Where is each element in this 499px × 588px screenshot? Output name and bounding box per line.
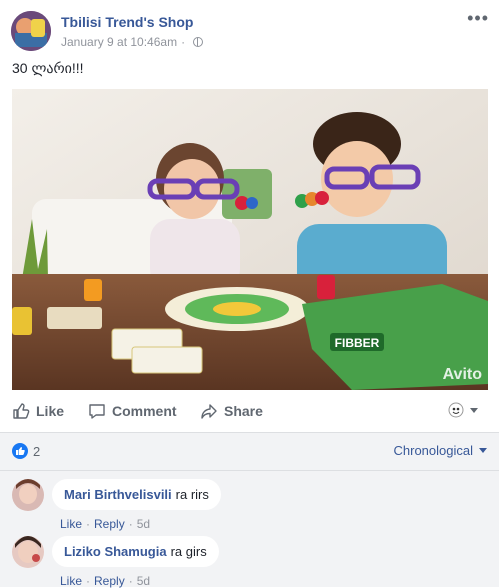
comment-age[interactable]: 5d bbox=[137, 517, 150, 531]
share-icon bbox=[201, 404, 217, 419]
comment-author[interactable]: Liziko Shamugia bbox=[64, 544, 167, 559]
comment-reply-link[interactable]: Reply bbox=[94, 574, 125, 588]
box-brand-text: FIBBER bbox=[335, 336, 380, 350]
separator: · bbox=[86, 517, 91, 531]
separator: · bbox=[86, 574, 91, 588]
watermark-text: Avito bbox=[443, 366, 483, 383]
comment-age[interactable]: 5d bbox=[137, 574, 150, 588]
share-label: Share bbox=[224, 403, 263, 419]
comment-icon bbox=[89, 404, 105, 419]
comment-actions: Like · Reply · 5d bbox=[60, 517, 150, 531]
share-button[interactable]: Share bbox=[200, 402, 263, 420]
like-button[interactable]: Like bbox=[12, 402, 64, 420]
like-icon bbox=[12, 443, 28, 459]
post-photo[interactable]: FIBBER Avito bbox=[12, 89, 488, 390]
meta-separator: · bbox=[181, 35, 186, 49]
comment-text: ra girs bbox=[170, 544, 207, 559]
comment-text: ra rirs bbox=[175, 487, 209, 502]
thumbs-up-icon bbox=[13, 403, 30, 419]
more-horizontal-icon[interactable]: ••• bbox=[467, 8, 489, 29]
post-timestamp[interactable]: January 9 at 10:46am bbox=[61, 35, 177, 49]
comment-like-link[interactable]: Like bbox=[60, 574, 82, 588]
reaction-avatar-icon bbox=[448, 402, 464, 418]
divider bbox=[0, 470, 499, 471]
reaction-picker[interactable] bbox=[448, 402, 478, 418]
globe-icon bbox=[193, 37, 204, 47]
comment-reply-link[interactable]: Reply bbox=[94, 517, 125, 531]
chevron-down-icon bbox=[470, 407, 478, 413]
comment-like-link[interactable]: Like bbox=[60, 517, 82, 531]
comment-label: Comment bbox=[112, 403, 177, 419]
page-name[interactable]: Tbilisi Trend's Shop bbox=[61, 14, 193, 30]
comment-sort-select[interactable]: Chronological bbox=[393, 443, 487, 458]
comment-author[interactable]: Mari Birthvelisvili bbox=[64, 487, 172, 502]
sort-selected-label: Chronological bbox=[393, 443, 474, 458]
page-avatar[interactable] bbox=[11, 11, 51, 51]
comment-bubble: Liziko Shamugia ra girs bbox=[52, 536, 219, 567]
post-text: 30 ლარი!!! bbox=[12, 60, 84, 76]
chevron-down-icon bbox=[479, 448, 487, 453]
separator: · bbox=[128, 517, 133, 531]
commenter-avatar[interactable] bbox=[12, 479, 44, 511]
reaction-count: 2 bbox=[33, 443, 41, 459]
separator: · bbox=[128, 574, 133, 588]
like-label: Like bbox=[36, 403, 65, 419]
post-meta: January 9 at 10:46am · bbox=[61, 35, 204, 49]
post-action-bar: Like Comment Share bbox=[0, 395, 499, 427]
comments-section: 2 Chronological Mari Birthvelisvili ra ri… bbox=[0, 433, 499, 588]
comment-actions: Like · Reply · 5d bbox=[60, 574, 150, 588]
post-header: Tbilisi Trend's Shop January 9 at 10:46a… bbox=[0, 0, 499, 60]
commenter-avatar[interactable] bbox=[12, 536, 44, 568]
comment-button[interactable]: Comment bbox=[88, 402, 177, 420]
comment-bubble: Mari Birthvelisvili ra rirs bbox=[52, 479, 221, 510]
reaction-summary[interactable]: 2 bbox=[12, 443, 40, 459]
